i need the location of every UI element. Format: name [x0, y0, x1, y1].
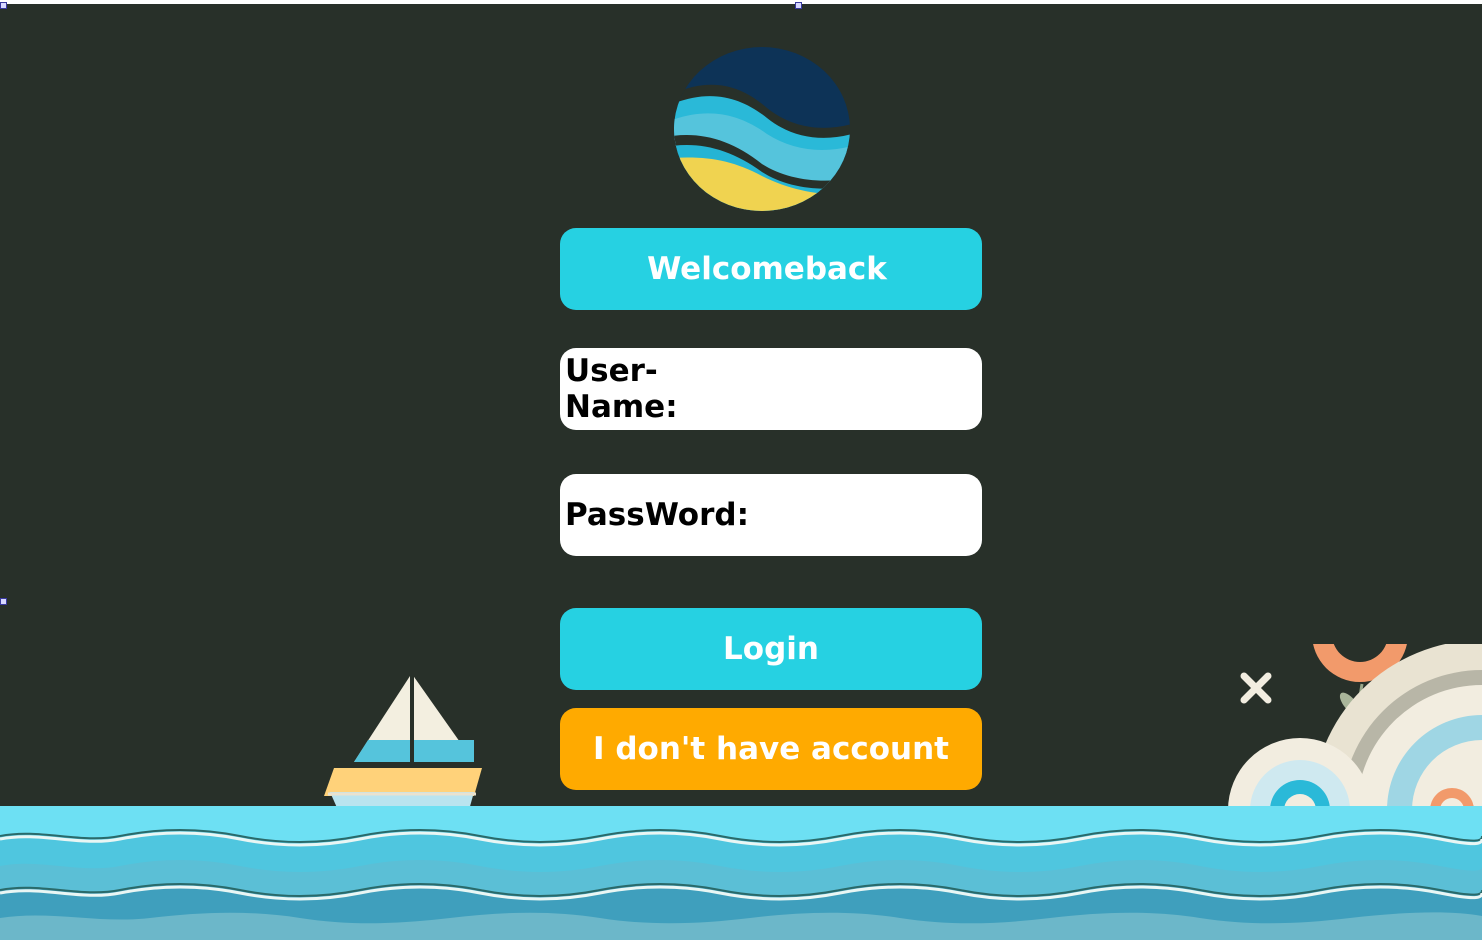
- username-label: User-Name:: [565, 353, 678, 425]
- password-input[interactable]: [756, 479, 1061, 551]
- broken-image-icon: [0, 598, 7, 605]
- login-button[interactable]: Login: [560, 608, 982, 690]
- close-icon[interactable]: [1238, 670, 1274, 706]
- password-label: PassWord:: [565, 497, 749, 533]
- username-field[interactable]: User-Name:: [560, 348, 990, 430]
- login-screen: Welcomeback User-Name: PassWord: Login I…: [0, 2, 1482, 810]
- logo-icon: [674, 47, 850, 211]
- broken-image-icon: [795, 2, 802, 9]
- welcome-banner: Welcomeback: [560, 228, 982, 310]
- decorative-corner-art: [1228, 644, 1482, 810]
- sea-waves-icon: [0, 806, 1482, 940]
- broken-image-icon: [0, 2, 7, 9]
- password-field[interactable]: PassWord:: [560, 474, 1061, 556]
- welcome-heading: Welcomeback: [647, 251, 887, 287]
- no-account-button[interactable]: I don't have account: [560, 708, 982, 790]
- sailboat-icon: [324, 670, 482, 810]
- username-input[interactable]: [685, 353, 990, 425]
